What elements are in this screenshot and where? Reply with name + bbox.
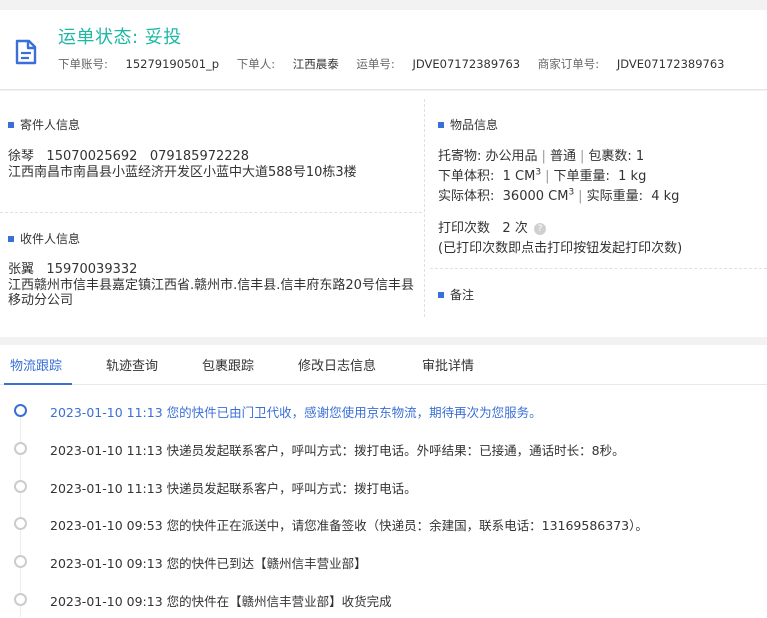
timeline-item: 2023-01-10 09:13 您的快件已到达【赣州信丰营业部】 [0,552,767,572]
timeline-text: 2023-01-10 09:13 您的快件在【赣州信丰营业部】收货完成 [50,594,392,609]
timeline-item: 2023-01-10 09:13 您的快件在【赣州信丰营业部】收货完成 [0,590,767,610]
tab-package-tracking[interactable]: 包裹跟踪 [202,355,254,374]
sender-phone-2: 079185972228 [149,149,250,164]
sender-section-title: 寄件人信息 [8,116,80,133]
section-marker [8,235,14,242]
tab-approval-details[interactable]: 审批详情 [422,355,474,374]
receiver-name: 张翼 [8,262,35,277]
sender-receiver-divider [0,212,422,213]
column-divider [424,99,425,317]
active-tab-indicator [4,383,72,385]
shipment-info-panel: 寄件人信息 徐琴 15070025692 079185972228 江西南昌市南… [0,91,767,337]
timeline-text: 2023-01-10 09:13 您的快件已到达【赣州信丰营业部】 [50,556,367,571]
timeline-item: 2023-01-10 11:13 快递员发起联系客户，呼叫方式：拨打电话。外呼结… [0,439,767,459]
waybill-meta: 下单账号: 15279190501_p 下单人: 江西晨泰 运单号: JDVE0… [58,56,738,72]
waybill-number: 运单号: JDVE07172389763 [356,57,521,71]
sender-phone-1: 15070025692 [46,149,138,164]
section-marker [438,291,444,298]
timeline-dot-icon [14,593,27,606]
sender-name: 徐琴 [8,149,35,164]
tab-logistics-tracking[interactable]: 物流跟踪 [10,355,62,374]
waybill-header: 运单状态: 妥投 下单账号: 15279190501_p 下单人: 江西晨泰 运… [0,10,767,90]
tab-change-log[interactable]: 修改日志信息 [298,355,376,374]
remark-section-title: 备注 [438,286,474,303]
tracking-panel: 物流跟踪 轨迹查询 包裹跟踪 修改日志信息 审批详情 2023-01-10 11… [0,345,767,618]
timeline-item: 2023-01-10 11:13 快递员发起联系客户，呼叫方式：拨打电话。 [0,477,767,497]
section-marker [8,121,14,128]
timeline-item: 2023-01-10 11:13 您的快件已由门卫代收，感谢您使用京东物流，期待… [0,401,767,421]
help-icon[interactable]: ? [533,222,546,235]
tab-trajectory-query[interactable]: 轨迹查询 [106,355,158,374]
section-marker [438,121,444,128]
receiver-address: 江西赣州市信丰县嘉定镇江西省.赣州市.信丰县.信丰府东路20号信丰县移动分公司 [8,278,414,308]
goods-consignment: 托寄物: 办公用品 | 普通 | 包裹数: 1 [438,149,645,164]
goods-section-title: 物品信息 [438,116,498,133]
waybill-status: 运单状态: 妥投 [58,27,182,48]
timeline-text: 2023-01-10 11:13 您的快件已由门卫代收，感谢您使用京东物流，期待… [50,405,542,420]
timeline-item: 2023-01-10 09:53 您的快件正在派送中，请您准备签收（快递员：余建… [0,514,767,534]
goods-actual-volume: 实际体积: 36000 CM3 | 实际重量: 4 kg [438,187,680,204]
print-count: 打印次数 2 次 ? [438,217,546,236]
goods-order-volume: 下单体积: 1 CM3 | 下单重量: 1 kg [438,167,647,184]
receiver-section-title: 收件人信息 [8,230,80,247]
merchant-order-number: 商家订单号: JDVE07172389763 [537,57,725,71]
order-account: 下单账号: 15279190501_p [58,57,220,71]
timeline-dot-icon [14,404,27,417]
document-icon [15,39,37,65]
timeline-text: 2023-01-10 11:13 快递员发起联系客户，呼叫方式：拨打电话。外呼结… [50,443,625,458]
timeline-text: 2023-01-10 11:13 快递员发起联系客户，呼叫方式：拨打电话。 [50,481,417,496]
timeline-dot-icon [14,480,27,493]
print-count-note: (已打印次数即点击打印按钮发起打印次数) [438,241,683,256]
sender-address: 江西南昌市南昌县小蓝经济开发区小蓝中大道588号10栋3楼 [8,165,357,180]
goods-remark-divider [430,268,767,269]
orderer: 下单人: 江西晨泰 [236,57,339,71]
receiver-phone: 15970039332 [46,262,138,277]
timeline-text: 2023-01-10 09:53 您的快件正在派送中，请您准备签收（快递员：余建… [50,518,648,533]
timeline-dot-icon [14,442,27,455]
sender-contact: 徐琴 15070025692 079185972228 [8,145,249,164]
timeline-dot-icon [14,555,27,568]
receiver-contact: 张翼 15970039332 [8,258,137,277]
tracking-tabs: 物流跟踪 轨迹查询 包裹跟踪 修改日志信息 审批详情 [0,345,767,385]
timeline-dot-icon [14,517,27,530]
